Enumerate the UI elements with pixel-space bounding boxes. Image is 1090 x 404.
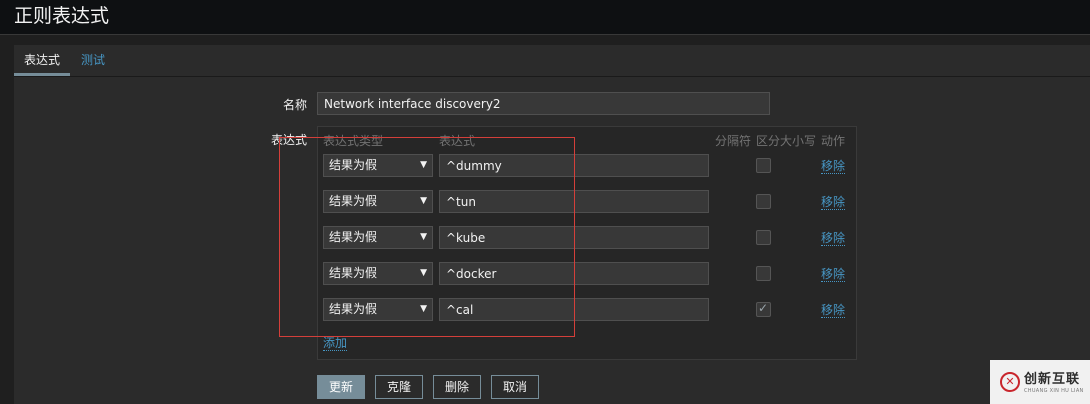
case-sensitive-checkbox[interactable] [756, 266, 771, 281]
expressions-label: 表达式 [270, 133, 307, 147]
remove-link[interactable]: 移除 [821, 195, 846, 210]
watermark: ✕ 创新互联 CHUANG XIN HU LIAN [990, 360, 1090, 404]
column-header-case-sensitive: 区分大小写 [756, 134, 817, 148]
case-sensitive-checkbox[interactable] [756, 194, 771, 209]
update-button[interactable]: 更新 [317, 375, 365, 399]
tab-expressions[interactable]: 表达式 [14, 45, 71, 76]
remove-link[interactable]: 移除 [821, 159, 846, 174]
expression-type-select[interactable]: 结果为假 ▼ [323, 298, 433, 321]
column-header-type: 表达式类型 [323, 134, 384, 148]
clone-button[interactable]: 克隆 [375, 375, 423, 399]
tabs-bar: 表达式 测试 [14, 45, 1090, 77]
case-sensitive-checkbox[interactable]: ✓ [756, 301, 771, 317]
column-header-expression: 表达式 [439, 134, 476, 148]
remove-link[interactable]: 移除 [821, 303, 846, 318]
dropdown-arrow-icon: ▼ [420, 304, 427, 314]
dropdown-arrow-icon: ▼ [420, 160, 427, 170]
cancel-button[interactable]: 取消 [491, 375, 539, 399]
expression-input[interactable] [439, 226, 709, 249]
checkmark-icon: ✓ [758, 301, 769, 315]
watermark-brand: 创新互联 [1024, 372, 1081, 387]
expression-type-value: 结果为假 [329, 266, 378, 280]
page-title: 正则表达式 [14, 5, 110, 27]
expression-input[interactable] [439, 154, 709, 177]
column-header-delimiter: 分隔符 [715, 134, 752, 148]
delete-button[interactable]: 删除 [433, 375, 481, 399]
case-sensitive-checkbox[interactable] [756, 158, 771, 173]
expression-type-select[interactable]: 结果为假 ▼ [323, 262, 433, 285]
dropdown-arrow-icon: ▼ [420, 268, 427, 278]
expression-type-select[interactable]: 结果为假 ▼ [323, 190, 433, 213]
case-sensitive-checkbox[interactable] [756, 230, 771, 245]
expression-type-value: 结果为假 [329, 302, 378, 316]
page-header: 正则表达式 [0, 0, 1090, 35]
expression-type-select[interactable]: 结果为假 ▼ [323, 226, 433, 249]
expression-input[interactable] [439, 298, 709, 321]
tab-test[interactable]: 测试 [71, 45, 115, 76]
expression-type-value: 结果为假 [329, 158, 378, 172]
column-header-action: 动作 [821, 134, 846, 148]
dropdown-arrow-icon: ▼ [420, 232, 427, 242]
expression-type-value: 结果为假 [329, 230, 378, 244]
expression-type-value: 结果为假 [329, 194, 378, 208]
add-expression-link[interactable]: 添加 [323, 336, 348, 351]
expression-input[interactable] [439, 262, 709, 285]
remove-link[interactable]: 移除 [821, 267, 846, 282]
brand-logo-icon: ✕ [1000, 372, 1020, 392]
watermark-sub: CHUANG XIN HU LIAN [1024, 388, 1084, 394]
expression-type-select[interactable]: 结果为假 ▼ [323, 154, 433, 177]
name-input[interactable] [317, 92, 770, 115]
expression-input[interactable] [439, 190, 709, 213]
name-label: 名称 [282, 98, 307, 112]
remove-link[interactable]: 移除 [821, 231, 846, 246]
dropdown-arrow-icon: ▼ [420, 196, 427, 206]
